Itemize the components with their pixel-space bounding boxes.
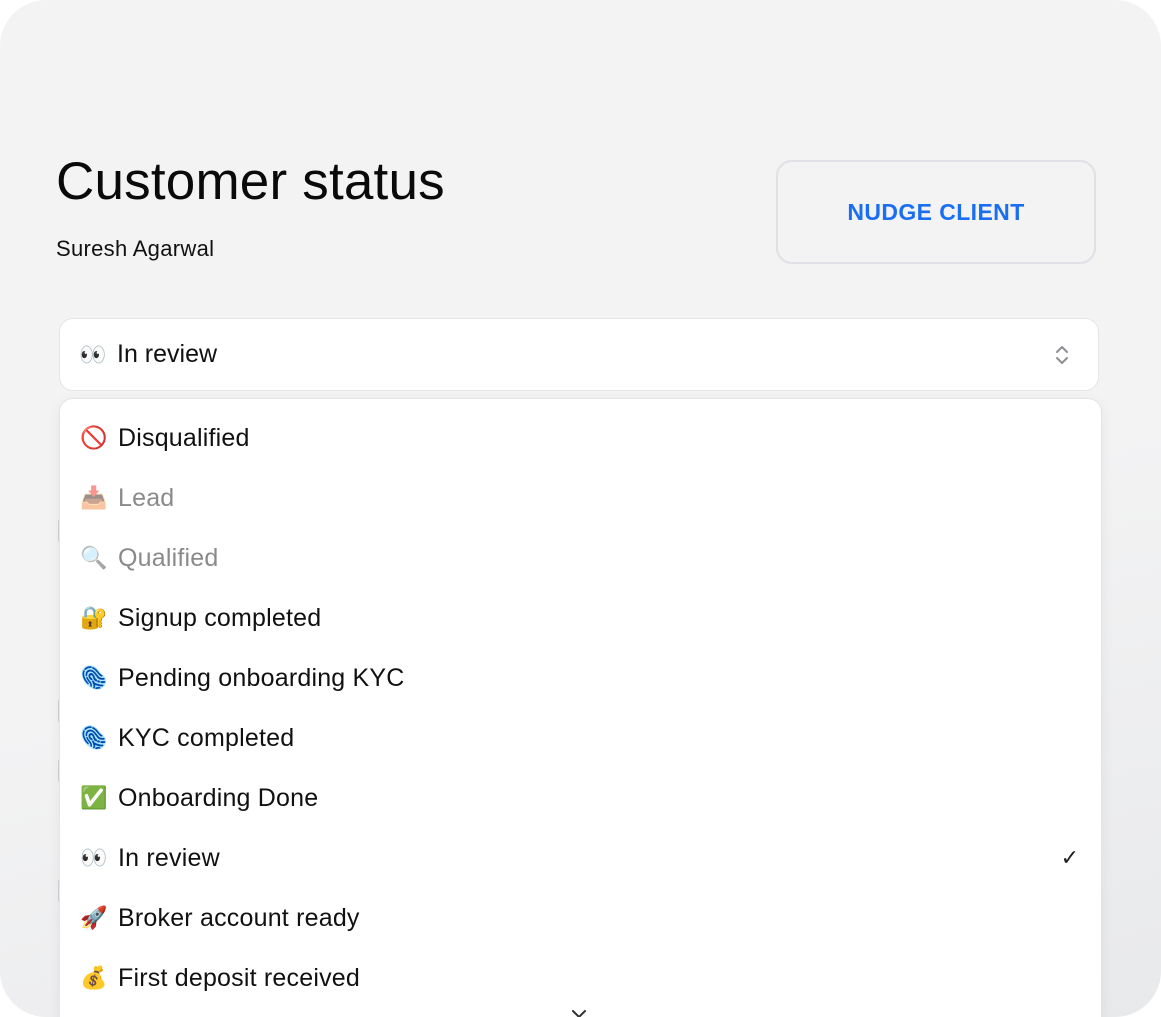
status-option-in-review[interactable]: 👀 In review ✓ [60, 828, 1101, 888]
status-option-qualified: 🔍 Qualified [60, 528, 1101, 588]
prohibited-icon: 🚫 [80, 425, 108, 450]
status-option-label: Lead [118, 483, 175, 512]
status-option-disqualified[interactable]: 🚫 Disqualified [60, 408, 1101, 468]
status-option-signup-completed[interactable]: 🔐 Signup completed [60, 588, 1101, 648]
status-option-label: Signup completed [118, 603, 322, 632]
check-mark-button-icon: ✅ [80, 785, 108, 810]
inbox-tray-icon: 📥 [80, 485, 108, 510]
status-option-lead: 📥 Lead [60, 468, 1101, 528]
status-select[interactable]: 👀 In review [59, 318, 1099, 391]
fingerprint-icon: 🫆 [80, 725, 108, 750]
customer-name: Suresh Agarwal [56, 236, 215, 261]
status-option-onboarding-done[interactable]: ✅ Onboarding Done [60, 768, 1101, 828]
status-option-kyc-completed[interactable]: 🫆 KYC completed [60, 708, 1101, 768]
rocket-icon: 🚀 [80, 905, 108, 930]
lock-with-key-icon: 🔐 [80, 605, 108, 630]
scroll-down-chevron-icon[interactable] [567, 1007, 591, 1017]
money-bag-icon: 💰 [80, 965, 108, 990]
page-title: Customer status [56, 152, 445, 211]
status-option-label: In review [118, 843, 220, 872]
status-option-broker-account-ready[interactable]: 🚀 Broker account ready [60, 888, 1101, 948]
status-dropdown-menu: 🚫 Disqualified 📥 Lead 🔍 Qualified 🔐 Sign… [59, 398, 1102, 1017]
status-option-label: Onboarding Done [118, 783, 319, 812]
eyes-icon: 👀 [79, 341, 107, 367]
fingerprint-icon: 🫆 [80, 665, 108, 690]
status-option-first-deposit-received[interactable]: 💰 First deposit received [60, 948, 1101, 1008]
status-option-label: Pending onboarding KYC [118, 663, 405, 692]
checkmark-icon: ✓ [1060, 845, 1079, 870]
status-option-label: Disqualified [118, 423, 250, 452]
app-window: Customer status Suresh Agarwal NUDGE CLI… [0, 0, 1161, 1017]
status-select-value: In review [117, 340, 218, 368]
chevron-up-down-icon [1056, 346, 1068, 364]
status-option-label: Broker account ready [118, 903, 360, 932]
status-option-label: First deposit received [118, 963, 360, 992]
nudge-client-button[interactable]: NUDGE CLIENT [776, 160, 1096, 264]
magnifying-glass-icon: 🔍 [80, 545, 108, 570]
status-option-pending-onboarding-kyc[interactable]: 🫆 Pending onboarding KYC [60, 648, 1101, 708]
eyes-icon: 👀 [80, 845, 108, 870]
status-option-label: Qualified [118, 543, 219, 572]
status-option-label: KYC completed [118, 723, 295, 752]
